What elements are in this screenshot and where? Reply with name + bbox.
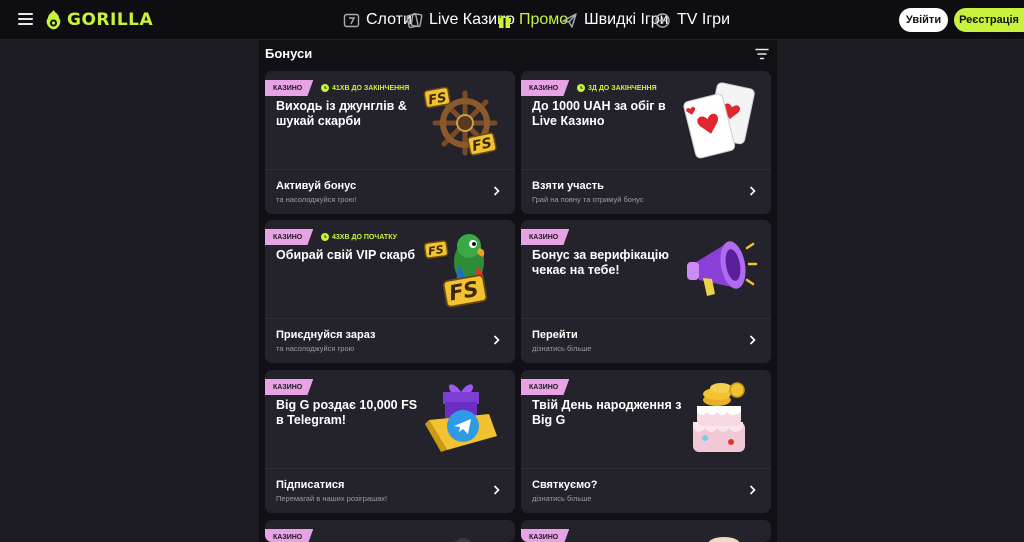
- timer-text: 41ХВ ДО ЗАКІНЧЕННЯ: [332, 84, 410, 92]
- card-title: Бонус за верифікацію чекає на тебе!: [532, 248, 669, 277]
- top-header: GORILLA Слоти Live Казино Промо Швидкі І…: [0, 0, 1024, 40]
- card-subtitle: та насолоджуйся грою: [276, 344, 355, 353]
- playing-cards-icon: [683, 82, 755, 159]
- clock-icon: [577, 84, 585, 92]
- category-badge: КАЗИНО: [265, 229, 314, 245]
- chevron-right-icon[interactable]: [749, 186, 756, 196]
- login-button[interactable]: Увійти: [899, 8, 948, 32]
- promo-art-icon: [708, 537, 740, 542]
- card-cta[interactable]: Перейти: [532, 329, 578, 341]
- nav-label: TV Ігри: [677, 11, 731, 28]
- card-title: Виходь із джунглів & шукай скарби: [276, 99, 407, 128]
- promo-art-icon: [454, 538, 472, 542]
- svg-text:FS: FS: [427, 90, 448, 108]
- category-badge: КАЗИНО: [521, 229, 570, 245]
- card-subtitle: та насолоджуйся грою!: [276, 195, 357, 204]
- nav-tv-games[interactable]: TV Ігри: [654, 0, 730, 40]
- register-button[interactable]: Реєстрація: [954, 8, 1024, 32]
- card-cta[interactable]: Взяти участь: [532, 180, 604, 192]
- timer-text: 43ХВ ДО ПОЧАТКУ: [332, 233, 398, 241]
- chevron-right-icon[interactable]: [749, 485, 756, 495]
- bonus-card[interactable]: КАЗИНО Бонус за верифікацію чекає на теб…: [521, 220, 771, 363]
- timer-badge: 43ХВ ДО ПОЧАТКУ: [321, 231, 397, 243]
- chevron-right-icon[interactable]: [493, 485, 500, 495]
- svg-text:FS: FS: [427, 243, 444, 258]
- bonuses-panel: Бонуси КАЗИНО 41ХВ ДО ЗАКІНЧЕННЯ Виходь …: [259, 40, 777, 542]
- gift-icon: [498, 14, 511, 28]
- nav-promo[interactable]: Промо: [496, 0, 568, 40]
- card-title: Твій День народження з Big G: [532, 398, 682, 427]
- birthday-cake-icon: [693, 382, 745, 452]
- tv-games-icon: [655, 12, 670, 28]
- bonus-card[interactable]: КАЗИНО Твій День народження з Big G Свят…: [521, 370, 771, 513]
- nav-slots[interactable]: Слоти: [343, 0, 412, 40]
- cards-icon: [406, 12, 423, 28]
- nav-fast-games[interactable]: Швидкі Ігри: [561, 0, 669, 40]
- card-title: До 1000 UAH за обіг в Live Казино: [532, 99, 666, 128]
- timer-badge: 41ХВ ДО ЗАКІНЧЕННЯ: [321, 82, 409, 94]
- category-badge: КАЗИНО: [265, 379, 314, 395]
- bonus-card[interactable]: КАЗИНО: [521, 520, 771, 542]
- card-cta[interactable]: Приєднуйся зараз: [276, 329, 375, 341]
- parrot-icon: FS FS: [423, 234, 488, 308]
- card-subtitle: Грай на повну та отримуй бонус: [532, 195, 644, 204]
- clock-icon: [321, 84, 329, 92]
- chevron-right-icon[interactable]: [749, 335, 756, 345]
- chevron-right-icon[interactable]: [493, 186, 500, 196]
- bonus-card[interactable]: КАЗИНО 41ХВ ДО ЗАКІНЧЕННЯ Виходь із джун…: [265, 71, 515, 214]
- bonus-card[interactable]: КАЗИНО: [265, 520, 515, 542]
- logo-text: GORILLA: [67, 10, 154, 30]
- category-badge: КАЗИНО: [265, 80, 314, 96]
- category-badge: КАЗИНО: [521, 529, 570, 542]
- card-cta[interactable]: Святкуємо?: [532, 479, 598, 491]
- svg-text:FS: FS: [447, 277, 480, 306]
- bonus-card[interactable]: КАЗИНО Big G роздає 10,000 FS в Telegram…: [265, 370, 515, 513]
- timer-badge: 3Д ДО ЗАКІНЧЕННЯ: [577, 82, 657, 94]
- card-subtitle: Перемагай в наших розіграшах!: [276, 494, 388, 503]
- chevron-right-icon[interactable]: [493, 335, 500, 345]
- logo[interactable]: GORILLA: [45, 9, 153, 31]
- clock-icon: [321, 233, 329, 241]
- category-badge: КАЗИНО: [521, 80, 570, 96]
- page-title: Бонуси: [265, 46, 313, 61]
- category-badge: КАЗИНО: [521, 379, 570, 395]
- gorilla-logo-icon: [46, 10, 61, 30]
- menu-icon[interactable]: [18, 13, 33, 25]
- nav-label: Слоти: [366, 11, 412, 28]
- card-subtitle: дізнатись більше: [532, 344, 592, 353]
- card-title: Обирай свій VIP скарб: [276, 248, 416, 262]
- filter-icon[interactable]: [755, 48, 769, 60]
- slots-icon: [343, 13, 360, 27]
- ship-wheel-icon: FS FS: [423, 86, 498, 156]
- card-cta[interactable]: Підписатися: [276, 479, 344, 491]
- category-badge: КАЗИНО: [265, 529, 314, 542]
- bonus-card[interactable]: КАЗИНО 43ХВ ДО ПОЧАТКУ Обирай свій VIP с…: [265, 220, 515, 363]
- megaphone-icon: [687, 241, 758, 296]
- timer-text: 3Д ДО ЗАКІНЧЕННЯ: [588, 84, 657, 92]
- bonus-card[interactable]: КАЗИНО 3Д ДО ЗАКІНЧЕННЯ До 1000 UAH за о…: [521, 71, 771, 214]
- card-title: Big G роздає 10,000 FS в Telegram!: [276, 398, 418, 427]
- card-subtitle: дізнатись більше: [532, 494, 592, 503]
- plane-icon: [562, 12, 577, 28]
- card-cta[interactable]: Активуй бонус: [276, 180, 356, 192]
- telegram-gift-icon: [425, 384, 497, 452]
